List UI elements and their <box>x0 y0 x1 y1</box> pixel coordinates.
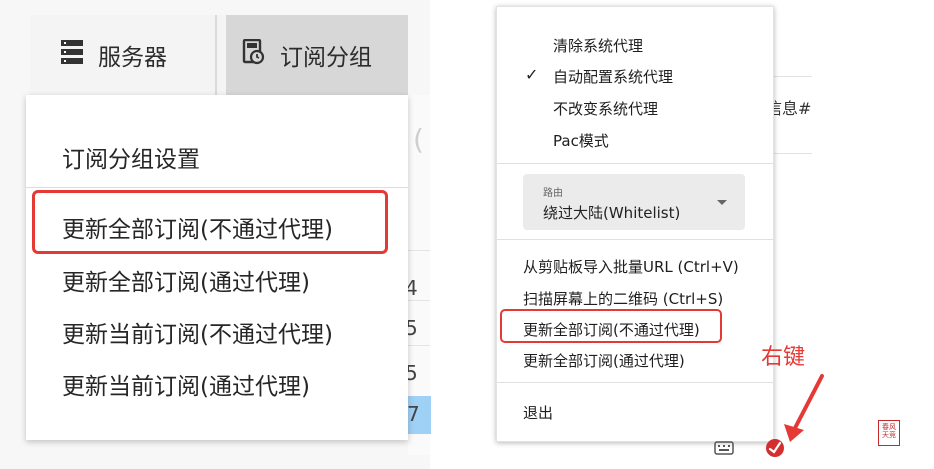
table-row-divider <box>408 345 430 346</box>
menu-item-update-all-proxy[interactable]: 更新全部订阅(通过代理) <box>62 263 310 297</box>
watermark-seal: 春风 天竞 <box>878 420 900 446</box>
v2rayn-tray-icon[interactable] <box>764 437 786 459</box>
route-select-value: 绕过大陆(Whitelist) <box>543 204 681 222</box>
tray-context-menu: 清除系统代理 ✓ 自动配置系统代理 不改变系统代理 Pac模式 路由 绕过大陆(… <box>496 6 774 442</box>
subscription-group-button[interactable]: 订阅分组 <box>226 15 408 95</box>
menu-item-keep-system-proxy[interactable]: 不改变系统代理 <box>553 98 658 119</box>
menu-item-update-current-proxy[interactable]: 更新当前订阅(通过代理) <box>62 367 310 401</box>
menu-item-scan-qr-code[interactable]: 扫描屏幕上的二维码 (Ctrl+S) <box>523 288 723 309</box>
tray-keyboard-icon[interactable] <box>713 437 735 457</box>
highlight-box-left <box>32 190 388 254</box>
menu-item-auto-system-proxy[interactable]: 自动配置系统代理 <box>553 66 673 87</box>
subscription-clock-icon <box>242 38 266 71</box>
table-cell-selected[interactable]: 7 <box>405 396 431 434</box>
menu-item-update-all-proxy[interactable]: 更新全部订阅(通过代理) <box>523 350 685 371</box>
background-divider <box>772 153 812 154</box>
right-click-annotation: 右键 <box>761 345 806 370</box>
servers-label: 服务器 <box>98 45 167 71</box>
table-row-divider <box>408 250 430 251</box>
subscription-dropdown-menu: 订阅分组设置 更新全部订阅(不通过代理) 更新全部订阅(通过代理) 更新当前订阅… <box>26 95 408 440</box>
servers-button[interactable]: 服务器 <box>30 15 218 95</box>
background-divider <box>772 76 812 77</box>
menu-item-import-from-clipboard[interactable]: 从剪贴板导入批量URL (Ctrl+V) <box>523 256 739 277</box>
menu-item-subscription-settings[interactable]: 订阅分组设置 <box>62 140 200 174</box>
toolbar-separator <box>215 15 217 95</box>
main-toolbar: 服务器 订阅分组 <box>30 15 408 95</box>
table-header-fragment: ( <box>413 123 424 156</box>
checkmark-icon: ✓ <box>525 65 539 84</box>
menu-item-clear-system-proxy[interactable]: 清除系统代理 <box>553 35 643 56</box>
menu-divider <box>497 382 773 383</box>
route-select[interactable]: 路由 绕过大陆(Whitelist) <box>523 174 745 230</box>
menu-divider <box>497 239 773 240</box>
menu-divider <box>497 163 773 164</box>
subscription-group-label: 订阅分组 <box>280 45 372 71</box>
server-rack-icon <box>60 39 84 71</box>
chevron-down-icon <box>717 200 727 205</box>
table-row-divider <box>408 300 430 301</box>
highlight-box-right <box>500 309 722 343</box>
annotation-arrow-icon <box>784 374 824 442</box>
menu-item-update-current-no-proxy[interactable]: 更新当前订阅(不通过代理) <box>62 315 333 349</box>
menu-divider <box>26 187 408 188</box>
menu-item-pac-mode[interactable]: Pac模式 <box>553 130 609 151</box>
menu-item-exit[interactable]: 退出 <box>523 402 553 423</box>
route-select-label: 路由 <box>543 188 563 199</box>
